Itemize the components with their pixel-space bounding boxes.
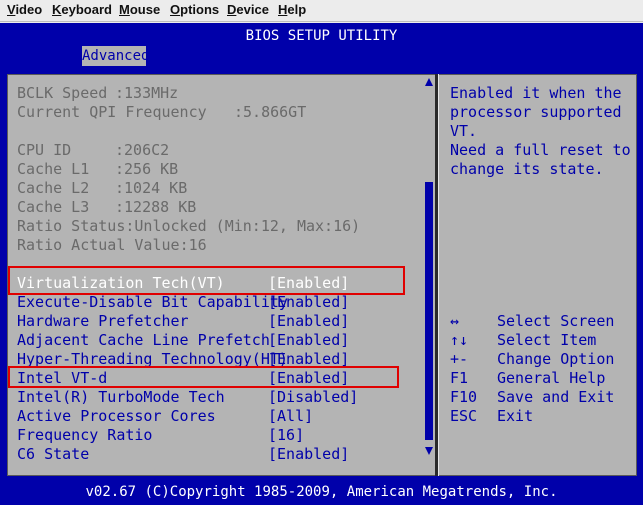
key-save-exit: F10 <box>450 388 478 406</box>
setting-active-cores-value[interactable]: [All] <box>268 407 313 425</box>
key-general-help: F1 <box>450 369 469 387</box>
setting-active-cores[interactable]: Active Processor Cores <box>17 407 216 425</box>
info-row-cache-l2: Cache L2:1024 KB <box>17 179 188 197</box>
highlight-box-virtualization <box>8 266 405 295</box>
info-row-ratio-status: Ratio Status:Unlocked (Min:12, Max:16) <box>17 217 361 235</box>
copyright-footer: v02.67 (C)Copyright 1985-2009, American … <box>85 484 558 500</box>
key-select-item-label: Select Item <box>497 331 597 349</box>
setting-adjacent-cache[interactable]: Adjacent Cache Line Prefetch <box>17 331 270 349</box>
setting-c6-state[interactable]: C6 State <box>17 445 89 463</box>
scrollbar-thumb[interactable] <box>425 182 433 440</box>
key-change-option-label: Change Option <box>497 350 615 368</box>
setting-execute-disable[interactable]: Execute-Disable Bit Capability <box>17 293 288 311</box>
help-text-line-3: VT. <box>450 122 478 140</box>
setting-frequency-ratio-value[interactable]: [16] <box>268 426 304 444</box>
scroll-down-arrow-icon[interactable] <box>425 447 433 455</box>
setting-hardware-prefetcher-value[interactable]: [Enabled] <box>268 312 349 330</box>
info-row-qpi: Current QPI Frequency:5.866GT <box>17 103 307 121</box>
info-row-ratio-actual: Ratio Actual Value:16 <box>17 236 207 254</box>
key-save-exit-label: Save and Exit <box>497 388 615 406</box>
setting-turbomode-value[interactable]: [Disabled] <box>268 388 358 406</box>
help-text-line-5: change its state. <box>450 160 604 178</box>
info-row-cpu-id: CPU ID:206C2 <box>17 141 170 159</box>
help-text-line-2: processor supported <box>450 103 622 121</box>
setting-turbomode[interactable]: Intel(R) TurboMode Tech <box>17 388 225 406</box>
help-text-line-1: Enabled it when the <box>450 84 622 102</box>
setting-adjacent-cache-value[interactable]: [Enabled] <box>268 331 349 349</box>
help-text-line-4: Need a full reset to <box>450 141 631 159</box>
key-select-screen-label: Select Screen <box>497 312 615 330</box>
key-change-option-icon: +- <box>450 350 469 368</box>
key-exit: ESC <box>450 407 478 425</box>
menu-keyboard[interactable]: Keyboard <box>52 2 112 17</box>
key-exit-label: Exit <box>497 407 534 425</box>
setting-hardware-prefetcher[interactable]: Hardware Prefetcher <box>17 312 189 330</box>
scroll-up-arrow-icon[interactable] <box>425 78 433 86</box>
setting-frequency-ratio[interactable]: Frequency Ratio <box>17 426 152 444</box>
info-row-cache-l1: Cache L1:256 KB <box>17 160 179 178</box>
tab-advanced[interactable]: Advanced <box>82 46 149 66</box>
key-general-help-label: General Help <box>497 369 606 387</box>
menu-mouse[interactable]: Mouse <box>119 2 160 17</box>
host-menubar: Video Keyboard Mouse Options Device Help <box>0 0 643 22</box>
bios-title: BIOS SETUP UTILITY <box>245 28 398 44</box>
highlight-box-vt-d <box>8 366 399 388</box>
info-row-bclk: BCLK Speed:133MHz <box>17 84 179 102</box>
setting-c6-state-value[interactable]: [Enabled] <box>268 445 349 463</box>
menu-device[interactable]: Device <box>227 2 269 17</box>
info-row-cache-l3: Cache L3:12288 KB <box>17 198 197 216</box>
key-select-item-icon: ↑↓ <box>450 331 469 349</box>
menu-video[interactable]: Video <box>7 2 42 17</box>
key-select-screen-icon: ↔ <box>450 312 460 330</box>
menu-options[interactable]: Options <box>170 2 219 17</box>
menu-help[interactable]: Help <box>278 2 306 17</box>
setting-execute-disable-value[interactable]: [Enabled] <box>268 293 349 311</box>
panel-divider-highlight <box>438 74 439 476</box>
